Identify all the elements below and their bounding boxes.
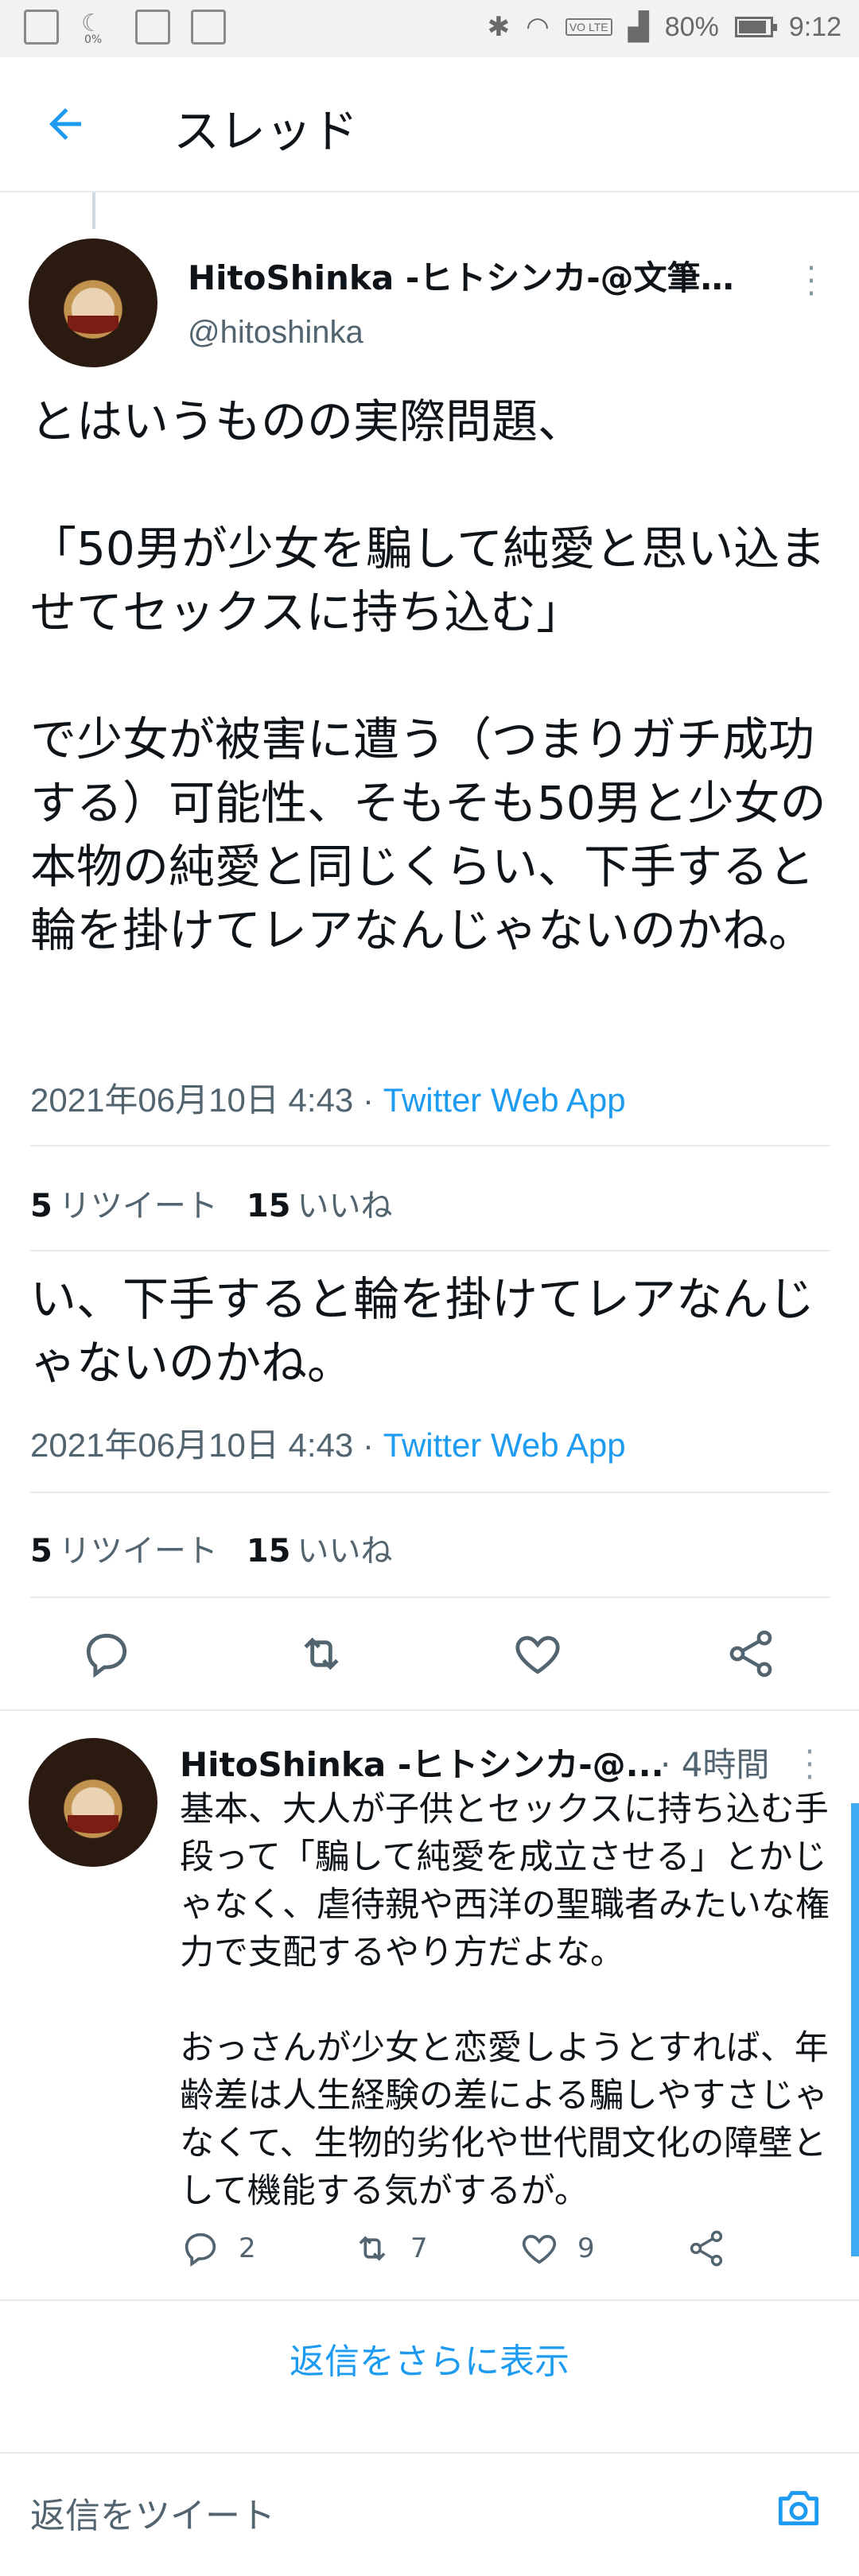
divider [0, 2299, 859, 2301]
divider [0, 2452, 859, 2454]
show-more-replies-link[interactable]: 返信をさらに表示 [0, 2333, 859, 2384]
tweet-source-link[interactable]: Twitter Web App [383, 1081, 626, 1119]
retweet-icon [359, 2236, 386, 2261]
tweet-stats[interactable]: 5 リツイート 15 いいね [30, 1525, 393, 1571]
reply-like-button[interactable]: 9 [519, 2228, 595, 2269]
reply-more-options-icon[interactable]: · · · [802, 1736, 818, 1794]
avatar[interactable] [29, 239, 157, 367]
back-arrow-icon[interactable] [41, 100, 89, 148]
reply-reply-button[interactable]: 2 [180, 2228, 256, 2269]
divider [30, 1250, 830, 1251]
reply-avatar[interactable] [29, 1738, 157, 1867]
share-icon [690, 2230, 723, 2267]
battery-percent: 80% [664, 11, 719, 42]
reply-retweet-button[interactable]: 7 [352, 2228, 428, 2269]
calendar-icon [24, 10, 59, 45]
tweet-timestamp: 2021年06月10日 4:43 · Twitter Web App [30, 1426, 626, 1464]
tweet-source-link[interactable]: Twitter Web App [383, 1426, 626, 1464]
divider [0, 1709, 859, 1711]
wifi-icon: ◠ [526, 12, 550, 42]
retweet-icon[interactable] [294, 1627, 348, 1681]
app-header: スレッド [0, 57, 859, 192]
share-icon[interactable] [724, 1627, 778, 1681]
like-icon [522, 2234, 557, 2264]
tweet-stats[interactable]: 5 リツイート 15 いいね [30, 1180, 393, 1226]
reply-count: 2 [239, 2233, 256, 2264]
author-name[interactable]: HitoShinka -ヒトシンカ-@文筆業... [188, 251, 760, 300]
tweet-text: とはいうものの実際問題、 「50男が少女を騙して純愛と思い込ませてセックスに持ち… [30, 394, 826, 957]
status-bar: ☾ 0% ✱ ◠ VO LTE ▟ 80% 9:12 [0, 0, 859, 57]
bluetooth-icon: ✱ [487, 12, 511, 42]
news-icon [191, 10, 226, 45]
camera-icon[interactable] [772, 2481, 826, 2535]
clock: 9:12 [788, 11, 842, 42]
battery-icon [734, 17, 777, 37]
tweet-text-repeat: い、下手すると輪を掛けてレアなんじゃないのかね。 [30, 1272, 815, 1390]
reply-text: 基本、大人が子供とセックスに持ち込む手段って「騙して純愛を成立させる」とかじゃな… [180, 1790, 830, 2211]
thread-connector [92, 192, 95, 229]
signal-icon: ▟ [628, 12, 649, 42]
lte-icon: VO LTE [565, 18, 612, 36]
moon-icon: ☾ 0% [81, 10, 103, 46]
tweet-timestamp: 2021年06月10日 4:43 · Twitter Web App [30, 1081, 626, 1119]
reply-icon[interactable] [80, 1627, 134, 1681]
author-handle[interactable]: @hitoshinka [188, 315, 363, 351]
reply-author-name[interactable]: HitoShinka -ヒトシンカ-@... [180, 1738, 664, 1787]
like-icon[interactable] [511, 1627, 565, 1681]
like-count: 9 [577, 2233, 595, 2264]
image-icon [135, 10, 170, 45]
reply-share-button[interactable] [686, 2228, 727, 2269]
divider [30, 1145, 830, 1146]
reply-composer-input[interactable]: 返信をツイート [30, 2487, 275, 2538]
scrollbar[interactable] [851, 1803, 859, 2256]
more-options-icon[interactable]: · · · [803, 253, 819, 310]
divider [30, 1596, 830, 1598]
divider [30, 1492, 830, 1493]
reply-icon [185, 2233, 216, 2268]
tweet-actions [0, 1606, 859, 1701]
reply-time: · 4時間 [660, 1745, 770, 1784]
retweet-count: 7 [410, 2233, 428, 2264]
reply-actions: 2 7 9 [180, 2223, 784, 2279]
page-title: スレッド [173, 104, 359, 158]
